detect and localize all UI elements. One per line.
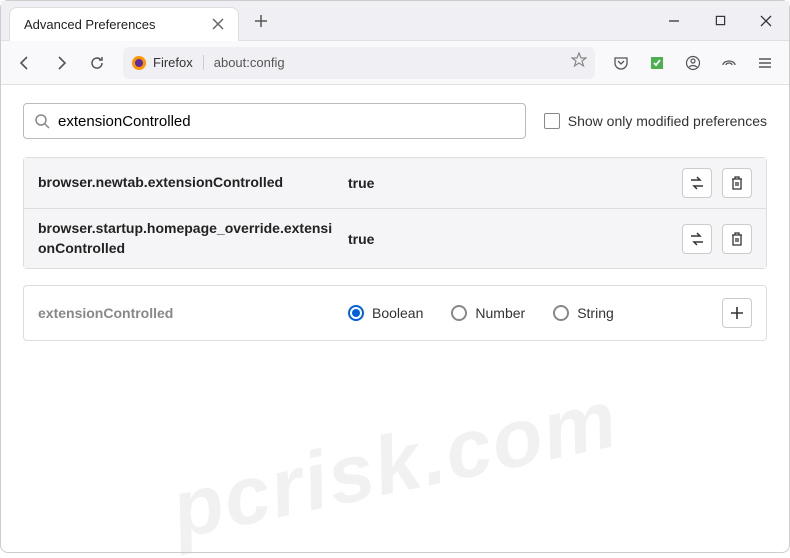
show-modified-checkbox[interactable]: Show only modified preferences <box>544 113 767 129</box>
url-bar[interactable]: Firefox about:config <box>123 47 595 79</box>
search-input[interactable] <box>58 113 515 130</box>
toolbar: Firefox about:config <box>1 41 789 85</box>
watermark: pcrisk.com <box>164 372 627 558</box>
url-brand: Firefox <box>153 55 204 70</box>
firefox-icon <box>131 55 147 71</box>
new-pref-row: extensionControlled Boolean Number Strin… <box>23 285 767 341</box>
close-window-button[interactable] <box>743 1 789 41</box>
extension-icon[interactable] <box>641 47 673 79</box>
pocket-icon[interactable] <box>605 47 637 79</box>
add-button[interactable] <box>722 298 752 328</box>
browser-tab[interactable]: Advanced Preferences <box>9 7 239 41</box>
checkbox-icon <box>544 113 560 129</box>
type-radio-group: Boolean Number String <box>338 305 722 321</box>
back-button[interactable] <box>9 47 41 79</box>
checkbox-label: Show only modified preferences <box>568 113 767 129</box>
radio-label: Boolean <box>372 305 423 321</box>
pref-row: browser.newtab.extensionControlled true <box>24 158 766 209</box>
bookmark-star-icon[interactable] <box>571 52 587 73</box>
radio-icon <box>348 305 364 321</box>
content-area: Show only modified preferences browser.n… <box>1 85 789 359</box>
hamburger-menu-icon[interactable] <box>749 47 781 79</box>
pref-value: true <box>338 175 682 191</box>
pref-table: browser.newtab.extensionControlled true … <box>23 157 767 269</box>
account-icon[interactable] <box>677 47 709 79</box>
search-icon <box>34 113 50 129</box>
close-tab-icon[interactable] <box>208 14 228 34</box>
toggle-button[interactable] <box>682 224 712 254</box>
new-pref-name: extensionControlled <box>38 305 338 321</box>
pref-row: browser.startup.homepage_override.extens… <box>24 209 766 268</box>
extensions-menu-icon[interactable] <box>713 47 745 79</box>
radio-icon <box>451 305 467 321</box>
pref-value: true <box>338 231 682 247</box>
radio-label: Number <box>475 305 525 321</box>
search-row: Show only modified preferences <box>23 103 767 139</box>
minimize-button[interactable] <box>651 1 697 41</box>
delete-button[interactable] <box>722 168 752 198</box>
reload-button[interactable] <box>81 47 113 79</box>
pref-actions <box>682 168 752 198</box>
radio-string[interactable]: String <box>553 305 614 321</box>
radio-number[interactable]: Number <box>451 305 525 321</box>
url-text: about:config <box>214 55 571 70</box>
forward-button[interactable] <box>45 47 77 79</box>
tab-title: Advanced Preferences <box>24 17 208 32</box>
maximize-button[interactable] <box>697 1 743 41</box>
pref-actions <box>682 224 752 254</box>
radio-label: String <box>577 305 614 321</box>
new-tab-button[interactable] <box>247 7 275 35</box>
radio-icon <box>553 305 569 321</box>
radio-boolean[interactable]: Boolean <box>348 305 423 321</box>
pref-name: browser.newtab.extensionControlled <box>38 173 338 193</box>
window-controls <box>651 1 789 41</box>
pref-name: browser.startup.homepage_override.extens… <box>38 219 338 258</box>
search-box[interactable] <box>23 103 526 139</box>
delete-button[interactable] <box>722 224 752 254</box>
titlebar: Advanced Preferences <box>1 1 789 41</box>
toggle-button[interactable] <box>682 168 712 198</box>
